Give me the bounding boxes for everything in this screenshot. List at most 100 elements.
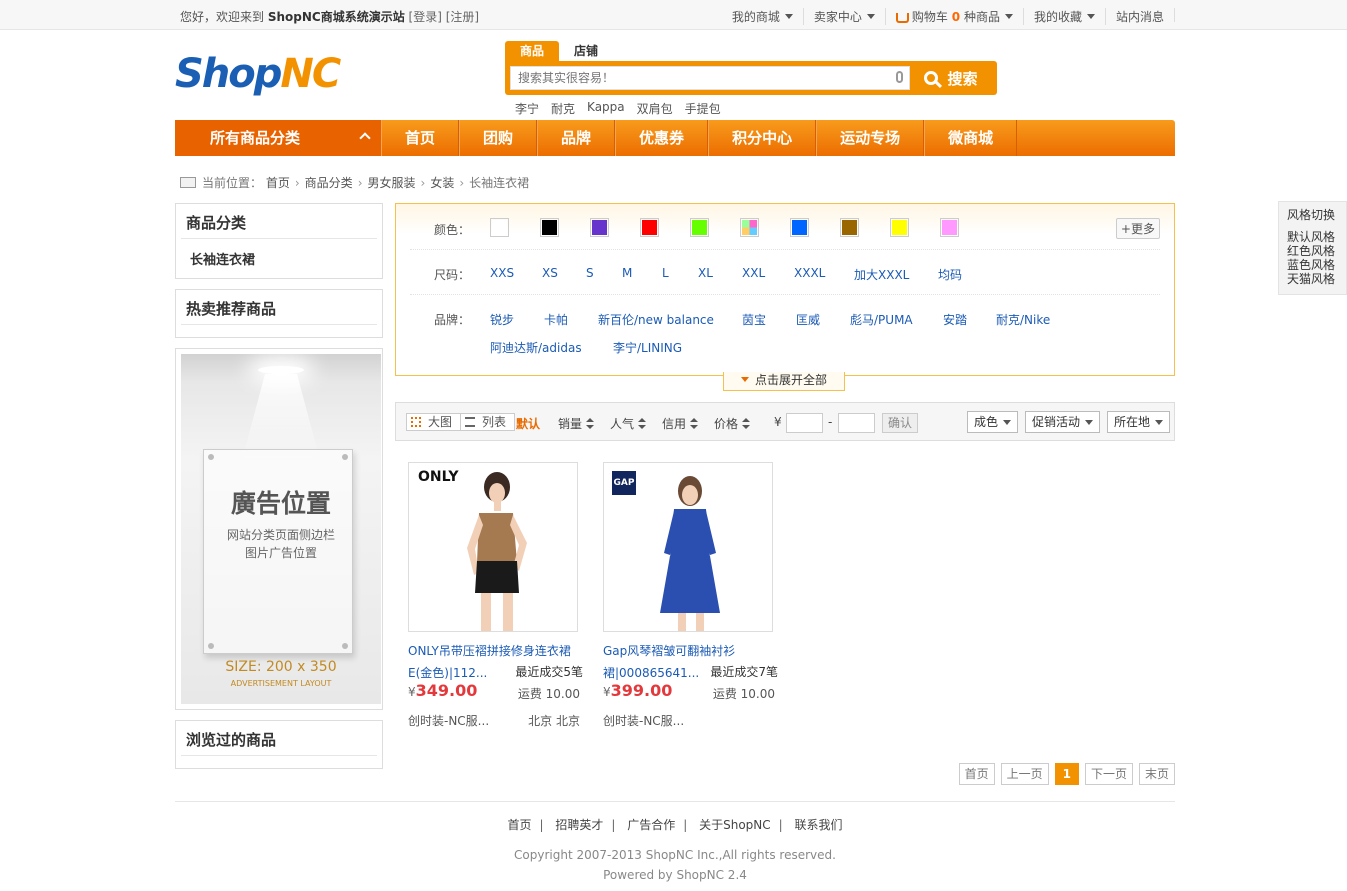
color-swatch-blue[interactable]	[790, 218, 809, 237]
hot-keyword[interactable]: Kappa	[587, 100, 625, 117]
page-prev[interactable]: 上一页	[1000, 763, 1049, 785]
product-image[interactable]: ONLY	[408, 462, 578, 632]
nav-item-points[interactable]: 积分中心	[708, 120, 817, 156]
logo[interactable]: ShopNC	[175, 51, 341, 97]
product-image[interactable]: GAP	[603, 462, 773, 632]
search-tab-goods[interactable]: 商品	[505, 41, 560, 61]
size-option[interactable]: 均码	[938, 266, 962, 283]
size-option[interactable]: XS	[542, 266, 558, 280]
color-swatch-purple[interactable]	[590, 218, 609, 237]
page-last[interactable]: 末页	[1138, 763, 1175, 785]
sort-price[interactable]: 价格	[714, 415, 751, 432]
brand-option[interactable]: 耐克/Nike	[996, 311, 1050, 328]
messages-label: 站内消息	[1115, 10, 1164, 24]
microphone-icon[interactable]	[896, 71, 903, 83]
color-swatch-green[interactable]	[690, 218, 709, 237]
style-option[interactable]: 天猫风格	[1287, 272, 1346, 286]
nav-item-groupbuy[interactable]: 团购	[459, 120, 538, 156]
color-swatch-brown[interactable]	[840, 218, 859, 237]
my-mall-menu[interactable]: 我的商城	[722, 8, 803, 25]
nav-item-brand[interactable]: 品牌	[537, 120, 616, 156]
product-store[interactable]: 创时装-NC服...	[408, 712, 489, 729]
page-current[interactable]: 1	[1054, 763, 1079, 785]
style-option[interactable]: 红色风格	[1287, 244, 1346, 258]
search-input[interactable]	[511, 67, 881, 89]
promotion-dropdown[interactable]: 促销活动	[1025, 411, 1101, 433]
color-swatch-white[interactable]	[490, 218, 509, 237]
favorites-menu[interactable]: 我的收藏	[1022, 8, 1105, 25]
brand-option[interactable]: 安踏	[943, 311, 967, 328]
price-confirm-button[interactable]: 确认	[882, 413, 918, 433]
brand-option[interactable]: 阿迪达斯/adidas	[490, 339, 582, 356]
brand-option[interactable]: 卡帕	[544, 311, 568, 328]
footer-link[interactable]: 关于ShopNC	[699, 818, 771, 832]
breadcrumb-item[interactable]: 首页	[266, 174, 290, 191]
nav-item-sports[interactable]: 运动专场	[816, 120, 925, 156]
color-swatch-pink[interactable]	[940, 218, 959, 237]
size-option[interactable]: M	[622, 266, 632, 280]
style-option[interactable]: 默认风格	[1287, 230, 1346, 244]
style-option[interactable]: 蓝色风格	[1287, 258, 1346, 272]
product-store[interactable]: 创时装-NC服...	[603, 712, 684, 729]
brand-option[interactable]: 锐步	[490, 311, 514, 328]
search-tab-store[interactable]: 店铺	[559, 41, 613, 61]
login-link[interactable]: [登录]	[409, 10, 442, 24]
size-option[interactable]: S	[586, 266, 594, 280]
breadcrumb-item[interactable]: 商品分类	[305, 174, 353, 191]
location-icon	[180, 177, 196, 188]
brand-option[interactable]: 茵宝	[742, 311, 766, 328]
price-min-input[interactable]	[786, 413, 823, 433]
location-dropdown[interactable]: 所在地	[1107, 411, 1171, 433]
sort-sales[interactable]: 销量	[558, 415, 595, 432]
sort-default[interactable]: 默认	[516, 415, 540, 432]
price-max-input[interactable]	[838, 413, 875, 433]
condition-dropdown[interactable]: 成色	[967, 411, 1019, 433]
category-item[interactable]: 长袖连衣裙	[176, 239, 382, 278]
size-option[interactable]: L	[662, 266, 669, 280]
hot-keyword[interactable]: 李宁	[515, 100, 539, 117]
search-button[interactable]: 搜索	[910, 66, 992, 90]
sort-credit[interactable]: 信用	[662, 415, 699, 432]
sidebar-ad[interactable]: 廣告位置 网站分类页面侧边栏 图片广告位置 SIZE: 200 x 350 ADV…	[175, 348, 383, 710]
all-categories-menu[interactable]: 所有商品分类	[175, 120, 381, 156]
hot-keyword[interactable]: 耐克	[551, 100, 575, 117]
more-button[interactable]: +更多	[1115, 218, 1160, 239]
condition-label: 成色	[974, 415, 999, 429]
color-swatch-black[interactable]	[540, 218, 559, 237]
cart-menu[interactable]: 购物车 0 种商品	[884, 8, 1023, 25]
expand-all-button[interactable]: 点击展开全部	[723, 372, 845, 391]
sort-popularity[interactable]: 人气	[610, 415, 647, 432]
page-first[interactable]: 首页	[958, 763, 995, 785]
hot-keyword[interactable]: 双肩包	[637, 100, 673, 117]
footer-link[interactable]: 首页	[507, 818, 531, 832]
size-option[interactable]: 加大XXXL	[854, 266, 909, 283]
brand-option[interactable]: 李宁/LINING	[613, 339, 682, 356]
list-view-button[interactable]: 列表	[460, 414, 514, 430]
register-link[interactable]: [注册]	[446, 10, 479, 24]
breadcrumb-item[interactable]: 男女服装	[368, 174, 416, 191]
page-next[interactable]: 下一页	[1084, 763, 1133, 785]
footer-link[interactable]: 广告合作	[627, 818, 675, 832]
nav-item-coupon[interactable]: 优惠券	[615, 120, 709, 156]
brand-option[interactable]: 彪马/PUMA	[850, 311, 913, 328]
size-option[interactable]: XXL	[742, 266, 765, 280]
size-option[interactable]: XXS	[490, 266, 514, 280]
color-swatch-yellow[interactable]	[890, 218, 909, 237]
seller-center-menu[interactable]: 卖家中心	[802, 8, 885, 25]
size-option[interactable]: XL	[698, 266, 713, 280]
breadcrumb-item[interactable]: 女装	[430, 174, 454, 191]
ad-screw	[342, 643, 348, 649]
brand-option[interactable]: 匡威	[796, 311, 820, 328]
nav-item-home[interactable]: 首页	[381, 120, 460, 156]
color-swatch-red[interactable]	[640, 218, 659, 237]
footer-link[interactable]: 联系我们	[795, 818, 843, 832]
color-swatch-mixed[interactable]	[740, 218, 759, 237]
messages-link[interactable]: 站内消息	[1104, 8, 1174, 25]
sidebar: 商品分类 长袖连衣裙 热卖推荐商品 廣告位置 网站分类页面侧边栏 图片广告位置 S…	[175, 203, 383, 779]
hot-keyword[interactable]: 手提包	[685, 100, 721, 117]
footer-link[interactable]: 招聘英才	[555, 818, 603, 832]
nav-item-micromall[interactable]: 微商城	[924, 120, 1018, 156]
big-view-button[interactable]: 大图	[407, 414, 460, 430]
brand-option[interactable]: 新百伦/new balance	[598, 311, 714, 328]
size-option[interactable]: XXXL	[794, 266, 825, 280]
